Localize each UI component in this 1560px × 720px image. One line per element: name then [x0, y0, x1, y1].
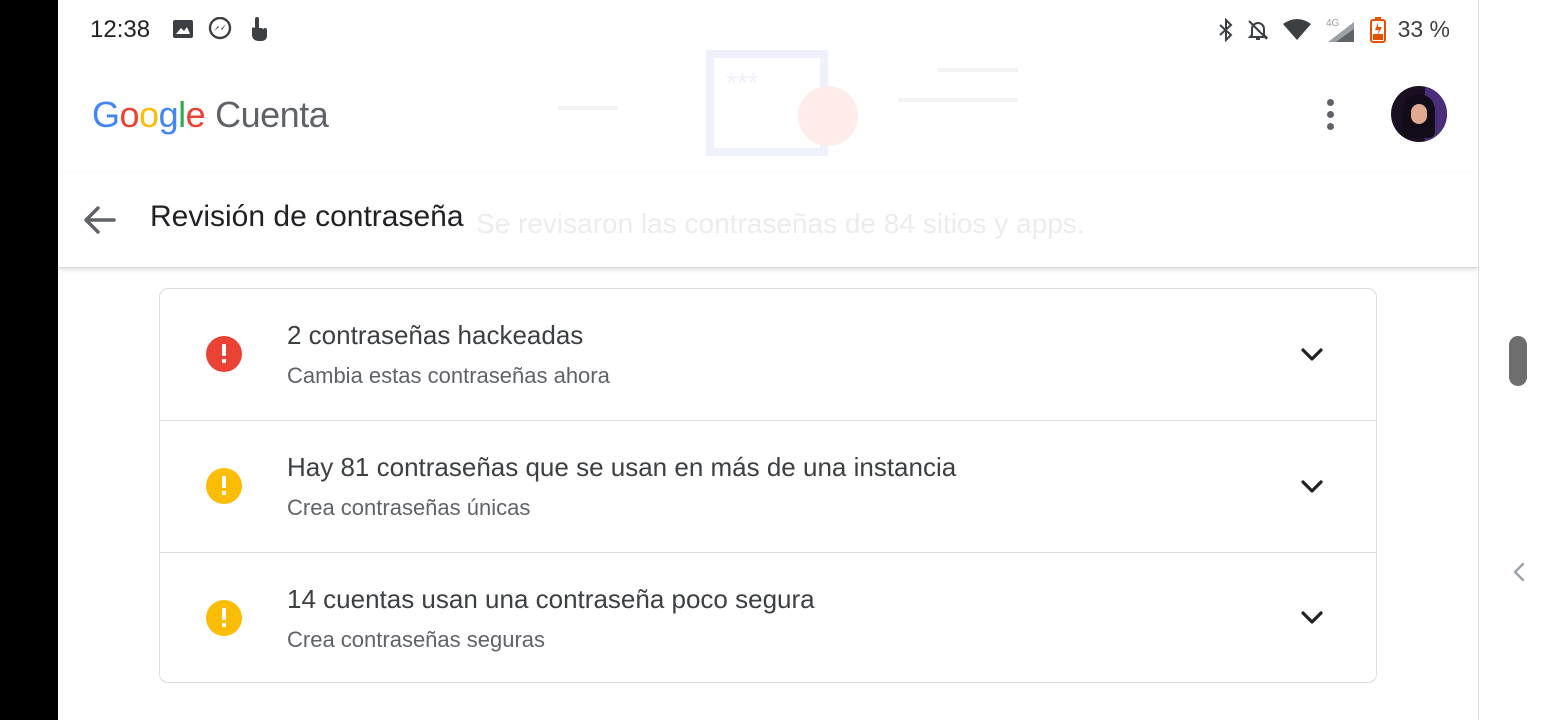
touch-icon [252, 17, 267, 41]
avatar[interactable] [1391, 86, 1447, 142]
side-rail [1478, 0, 1560, 720]
back-arrow-icon[interactable] [80, 202, 120, 238]
password-issues-card: 2 contraseñas hackeadas Cambia estas con… [159, 288, 1377, 683]
product-name: Cuenta [215, 94, 329, 135]
page-title: Revisión de contraseña [150, 200, 464, 233]
error-icon [206, 336, 242, 372]
chevron-down-icon[interactable] [1296, 602, 1328, 634]
svg-text:4G: 4G [1326, 18, 1340, 29]
issue-title: Hay 81 contraseñas que se usan en más de… [287, 452, 957, 482]
issue-row-reused[interactable]: Hay 81 contraseñas que se usan en más de… [160, 420, 1376, 552]
messenger-icon [208, 17, 232, 40]
more-options-icon[interactable] [1314, 92, 1346, 136]
issue-title: 2 contraseñas hackeadas [287, 320, 584, 350]
issue-row-weak[interactable]: 14 cuentas usan una contraseña poco segu… [160, 552, 1376, 682]
status-time: 12:38 [90, 16, 151, 43]
battery-percent: 33 % [1397, 16, 1450, 42]
warning-icon [206, 468, 242, 504]
warning-icon [206, 600, 242, 636]
scrollbar-thumb[interactable] [1509, 336, 1527, 386]
chevron-left-icon[interactable] [1509, 560, 1529, 584]
svg-text:***: *** [726, 67, 759, 98]
status-right-icons: 4G 33 % [1218, 16, 1450, 43]
bluetooth-icon [1218, 17, 1233, 42]
issue-subtitle: Cambia estas contraseñas ahora [287, 363, 610, 388]
signal-4g-icon: 4G [1326, 18, 1354, 42]
google-account-logo[interactable]: Google Cuenta [92, 94, 329, 136]
issue-subtitle: Crea contraseñas únicas [287, 495, 531, 520]
issue-title: 14 cuentas usan una contraseña poco segu… [287, 584, 815, 614]
image-icon [173, 20, 193, 38]
page-header: Revisión de contraseña [58, 172, 1478, 268]
chevron-down-icon[interactable] [1296, 339, 1328, 371]
battery-icon [1369, 16, 1386, 43]
app-window: 12:38 4G 33 % *** Se revisaron las contr… [58, 0, 1478, 720]
bell-off-icon [1247, 19, 1268, 40]
chevron-down-icon[interactable] [1296, 471, 1328, 503]
wifi-icon [1282, 18, 1311, 40]
issue-subtitle: Crea contraseñas seguras [287, 627, 546, 652]
issue-row-compromised[interactable]: 2 contraseñas hackeadas Cambia estas con… [160, 289, 1376, 420]
status-left-icons [172, 16, 270, 42]
google-logo: Google [92, 94, 206, 135]
